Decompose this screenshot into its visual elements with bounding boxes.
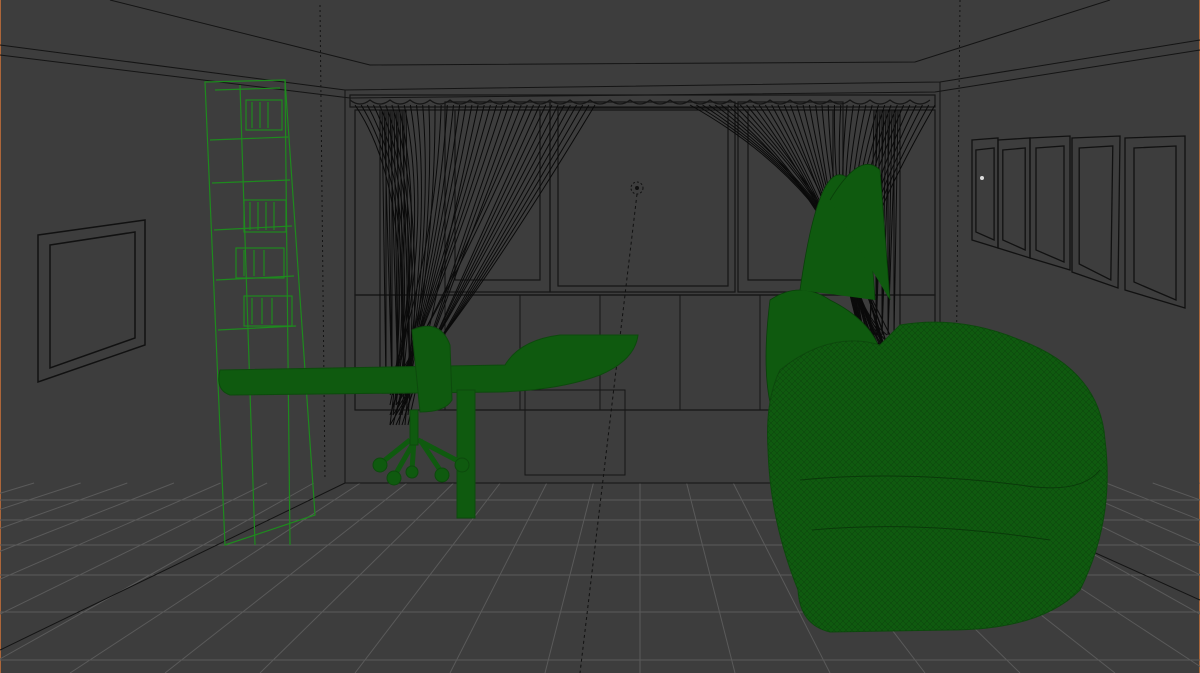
bookshelf[interactable] xyxy=(204,79,316,546)
3d-viewport[interactable] xyxy=(0,0,1200,673)
wall-panels[interactable] xyxy=(971,135,1186,309)
window-center[interactable] xyxy=(549,101,736,293)
office-chair[interactable] xyxy=(372,325,470,486)
lamp[interactable] xyxy=(579,181,644,673)
sofa[interactable] xyxy=(767,321,1108,633)
picture-frame[interactable] xyxy=(37,219,146,384)
scene-canvas[interactable] xyxy=(0,0,1200,673)
vertex-marker xyxy=(980,176,984,180)
